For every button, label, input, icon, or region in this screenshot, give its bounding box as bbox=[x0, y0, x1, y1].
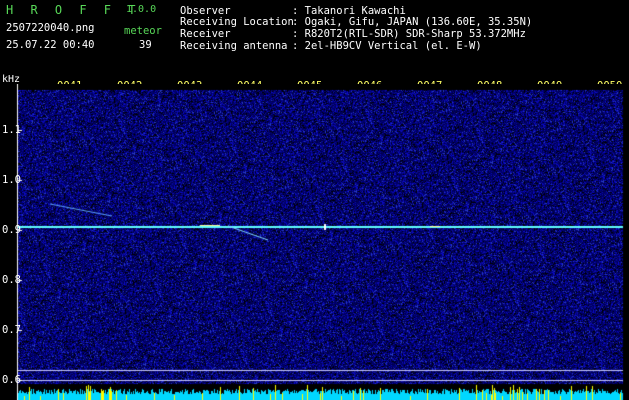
receiver-value: : R820T2(RTL-SDR) SDR-Sharp 53.372MHz bbox=[292, 28, 526, 40]
freq-label: 1.0 bbox=[2, 174, 21, 186]
freq-label: 0.8 bbox=[2, 274, 21, 286]
observer-label: Observer bbox=[180, 5, 231, 17]
freq-label: 0.9 bbox=[2, 224, 21, 236]
observer-value: : Takanori Kawachi bbox=[292, 5, 406, 17]
freq-label: 0.6 bbox=[2, 374, 21, 386]
date-time: 25.07.22 00:40 bbox=[6, 39, 95, 51]
location-label: Receiving Location bbox=[180, 16, 294, 28]
receiver-label: Receiver bbox=[180, 28, 231, 40]
freq-label: 0.7 bbox=[2, 324, 21, 336]
spectrogram bbox=[0, 84, 629, 400]
file-name: 2507220040.png bbox=[6, 22, 95, 34]
antenna-label: Receiving antenna bbox=[180, 40, 288, 52]
location-value: : Ogaki, Gifu, JAPAN (136.60E, 35.35N) bbox=[292, 16, 533, 28]
antenna-value: : 2el-HB9CV Vertical (el. E-W) bbox=[292, 40, 482, 52]
meteor-label: meteor bbox=[124, 25, 162, 37]
freq-label: 1.1 bbox=[2, 124, 21, 136]
app-version: 1.0.0 bbox=[126, 4, 157, 15]
app-name: H R O F F T bbox=[6, 3, 141, 17]
meteor-count: 39 bbox=[139, 39, 152, 51]
